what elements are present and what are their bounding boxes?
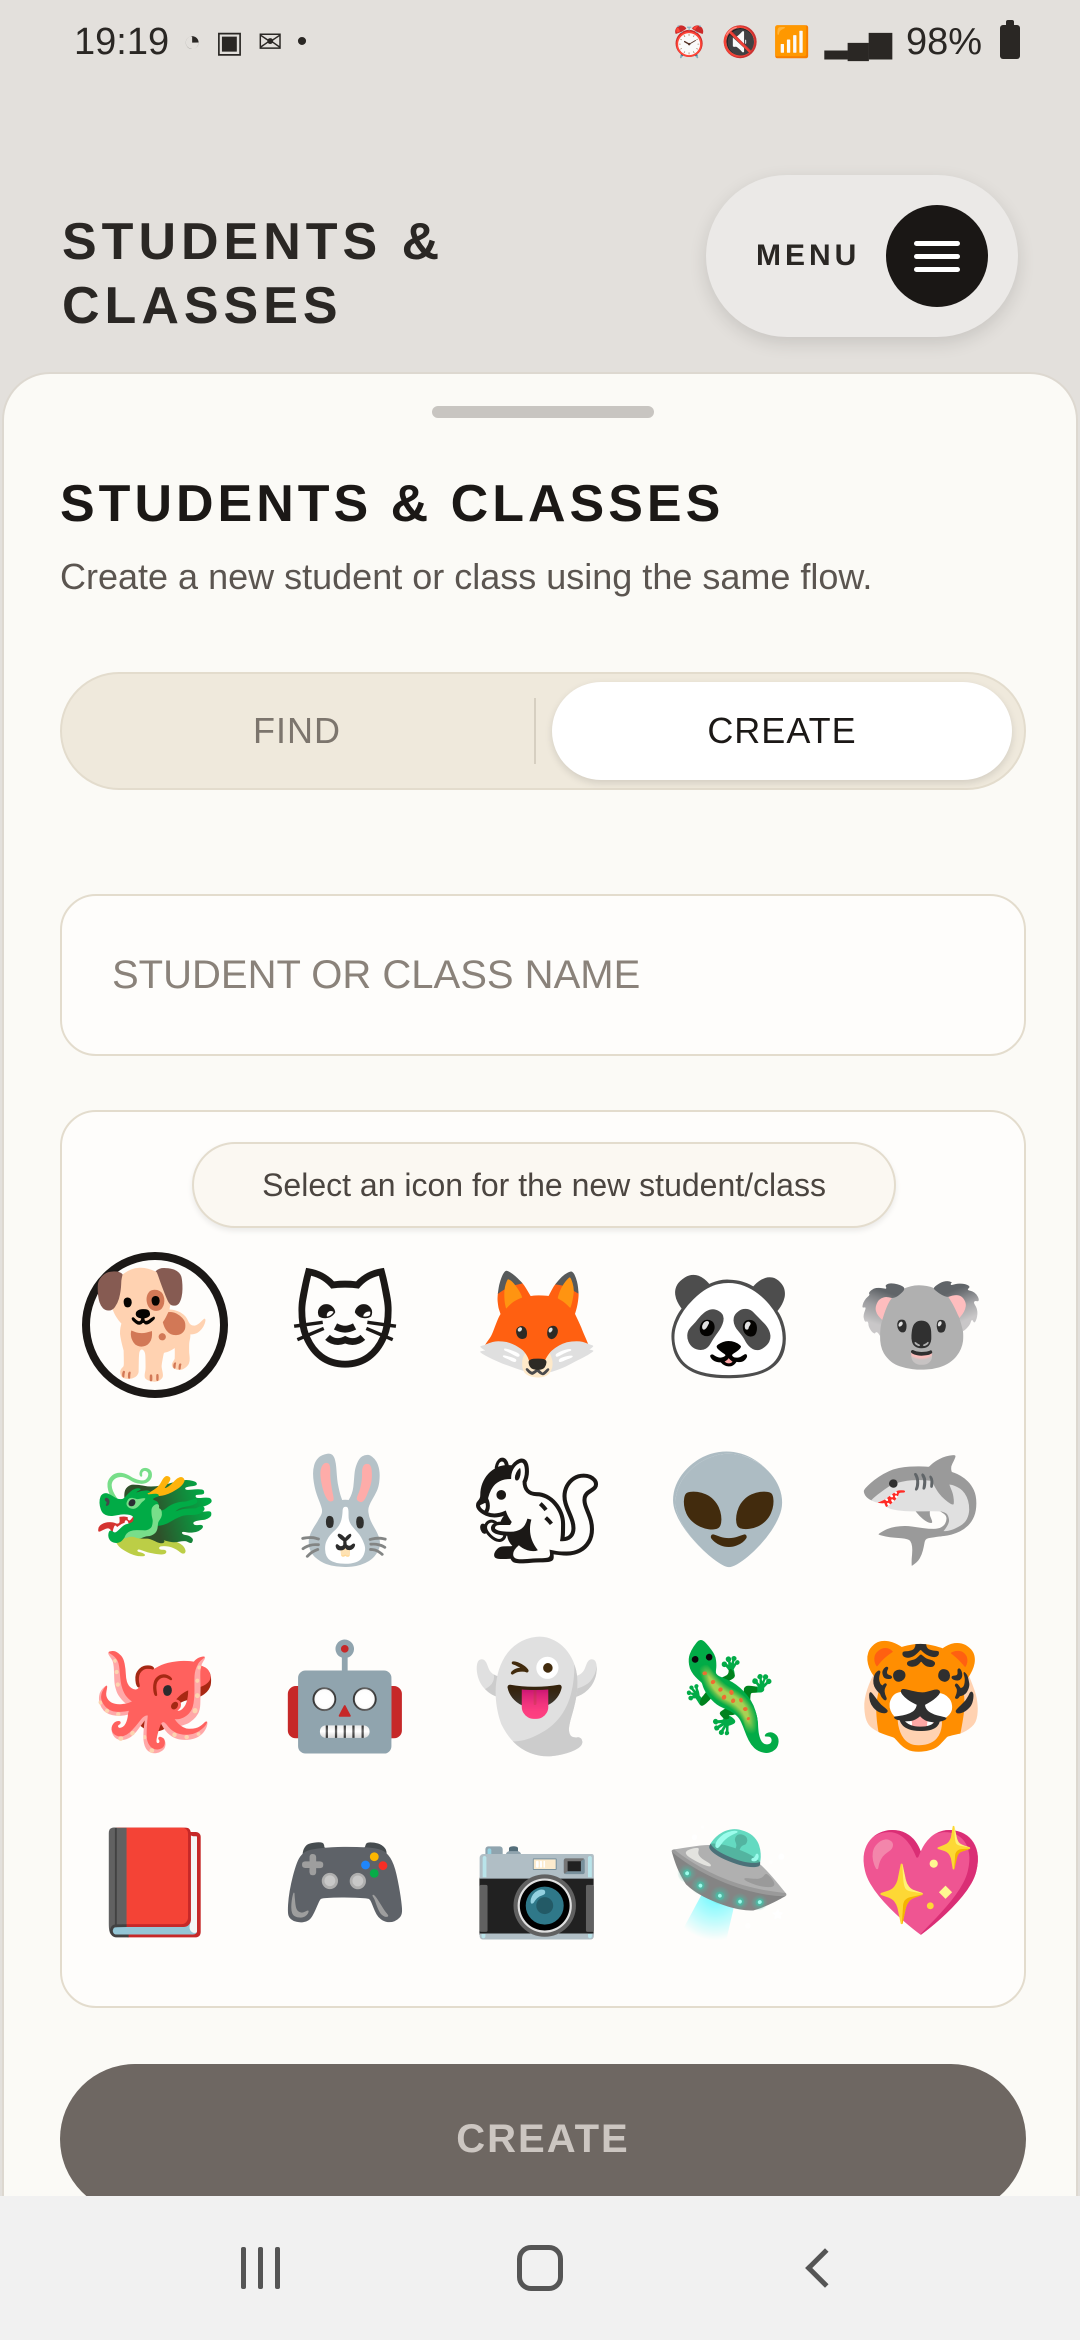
icon-option-eye-book[interactable]: 📕: [82, 1810, 228, 1956]
icon-option-game-console[interactable]: 🎮: [272, 1810, 418, 1956]
wifi-icon: 📶: [773, 25, 811, 59]
tab-find[interactable]: FIND: [62, 674, 532, 788]
home-icon: [517, 2245, 563, 2291]
status-right: ⏰ 🔇 📶 ▂▄▆ 98%: [670, 20, 1020, 64]
dot-icon: •: [296, 25, 308, 58]
status-time: 19:19: [74, 20, 170, 63]
icon-picker-hint: Select an icon for the new student/class: [192, 1142, 896, 1228]
sheet-subtitle: Create a new student or class using the …: [60, 556, 873, 597]
status-bar: 19:19 ◔ ▣ ✉ • ⏰ 🔇 📶 ▂▄▆ 98%: [0, 0, 1080, 84]
tab-divider: [534, 698, 536, 764]
icon-option-wizard-shark[interactable]: 🦈: [848, 1438, 994, 1584]
back-icon: [805, 2248, 845, 2288]
icon-option-heart-gem[interactable]: 💖: [848, 1810, 994, 1956]
status-left: 19:19 ◔ ▣ ✉ •: [74, 21, 307, 64]
icon-picker: 🐕 🐱 🦊 🐼 🐨 🐲 🐰 🐿 👽 🦈 🐙 🤖 👻 🦎 🐯 📕 🎮 📷 🛸 💖 Select an icon for …: [60, 1110, 1026, 2008]
icon-option-robot[interactable]: 🤖: [272, 1624, 418, 1770]
tab-create[interactable]: CREATE: [552, 682, 1012, 780]
back-button[interactable]: [760, 2218, 880, 2318]
page-title: STUDENTS & CLASSES: [62, 213, 445, 335]
sheet-title: STUDENTS & CLASSES: [60, 475, 725, 533]
battery-percent: 98%: [905, 20, 982, 63]
gallery-icon: ▣: [215, 25, 244, 59]
icon-option-cyber-panda[interactable]: 🐼: [656, 1252, 802, 1398]
bottom-sheet: STUDENTS & CLASSES Create a new student …: [2, 372, 1078, 2214]
icon-option-axolotl[interactable]: 🦎: [656, 1624, 802, 1770]
gmail-icon: ✉: [257, 25, 283, 59]
icon-option-hunter-rabbit[interactable]: 🐰: [272, 1438, 418, 1584]
battery-icon: [1000, 20, 1020, 59]
signal-icon: ▂▄▆: [824, 25, 892, 59]
data-saver-icon: ◔: [183, 25, 202, 58]
icon-option-koala[interactable]: 🐨: [848, 1252, 994, 1398]
menu-button[interactable]: MENU: [706, 175, 1018, 337]
icon-option-ufo-cow[interactable]: 🛸: [656, 1810, 802, 1956]
icon-option-camera-robot[interactable]: 📷: [464, 1810, 610, 1956]
mute-icon: 🔇: [721, 25, 760, 59]
icon-option-fox[interactable]: 🦊: [464, 1252, 610, 1398]
alarm-icon: ⏰: [670, 25, 708, 59]
icon-option-aviator-dog[interactable]: 🐕: [82, 1252, 228, 1398]
recent-apps-icon: [240, 2247, 280, 2289]
hamburger-icon: [886, 205, 988, 307]
icon-grid: 🐕 🐱 🦊 🐼 🐨 🐲 🐰 🐿 👽 🦈 🐙 🤖 👻 🦎 🐯 📕 🎮 📷 🛸 💖: [62, 1112, 1024, 2006]
mode-toggle: FIND CREATE: [60, 672, 1026, 790]
create-button[interactable]: CREATE: [60, 2064, 1026, 2214]
icon-option-steampunk-octopus[interactable]: 🐙: [82, 1624, 228, 1770]
icon-option-ghost-wizard[interactable]: 👻: [464, 1624, 610, 1770]
icon-option-orange-cat[interactable]: 🐱: [272, 1252, 418, 1398]
system-nav-bar: [0, 2196, 1080, 2340]
icon-option-wizard-squirrel[interactable]: 🐿: [464, 1438, 610, 1584]
recent-apps-button[interactable]: [200, 2218, 320, 2318]
menu-label: MENU: [756, 239, 861, 272]
sheet-drag-handle[interactable]: [432, 406, 654, 418]
icon-option-alien-ufo[interactable]: 👽: [656, 1438, 802, 1584]
icon-option-tiger[interactable]: 🐯: [848, 1624, 994, 1770]
name-input[interactable]: [60, 894, 1026, 1056]
icon-option-dragon[interactable]: 🐲: [82, 1438, 228, 1584]
home-button[interactable]: [480, 2218, 600, 2318]
